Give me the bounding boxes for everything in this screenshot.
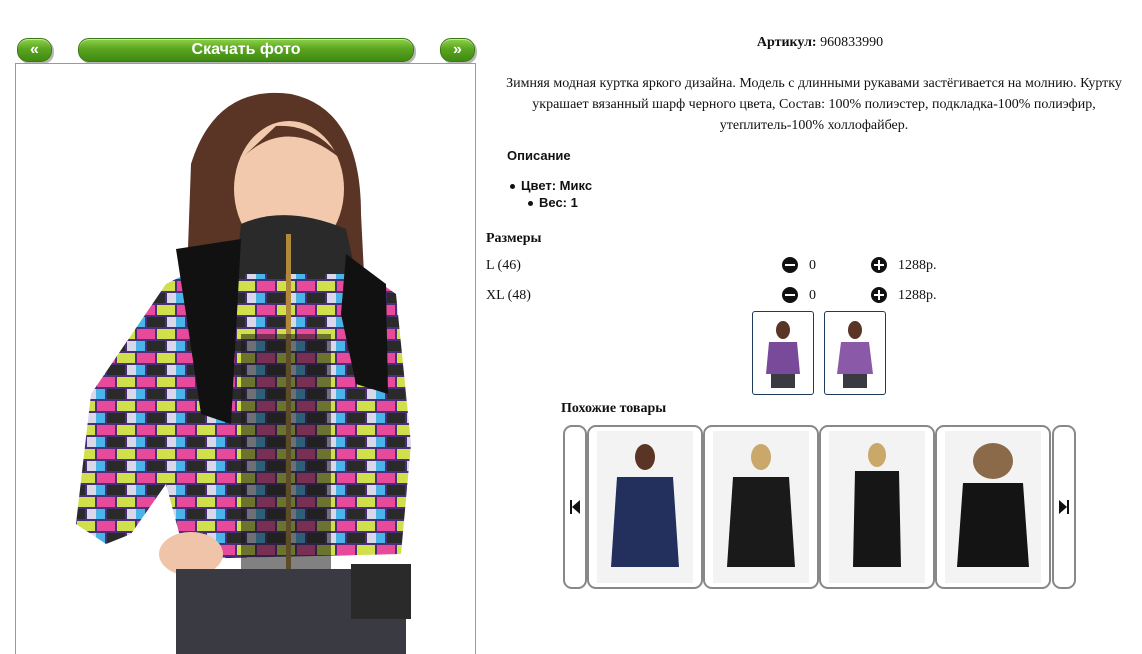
thumbnail-front-image xyxy=(766,321,800,388)
similar-item-1[interactable] xyxy=(587,425,703,589)
bullet-icon xyxy=(528,201,533,207)
plus-circle-icon[interactable] xyxy=(871,287,887,303)
similar-jacket-fur-image xyxy=(945,431,1041,583)
thumbnail-back[interactable] xyxy=(824,311,886,395)
sizes-title: Размеры xyxy=(486,231,542,246)
similar-coat-black-image xyxy=(829,431,925,583)
next-photo-button[interactable]: » xyxy=(440,38,475,62)
similar-item-4[interactable] xyxy=(935,425,1051,589)
color-spec: Цвет: Микс xyxy=(521,178,593,193)
jacket-model-image xyxy=(16,64,475,654)
size-price: 1288р. xyxy=(898,258,937,273)
plus-circle-icon[interactable] xyxy=(871,257,887,273)
similar-item-3[interactable] xyxy=(819,425,935,589)
main-product-photo[interactable] xyxy=(15,63,476,654)
article-label: Артикул: xyxy=(756,35,817,50)
article-value: 960833990 xyxy=(820,35,884,50)
similar-jacket-black-image xyxy=(713,431,809,583)
spec-color-item: Цвет: Микс xyxy=(510,178,592,193)
skip-back-icon xyxy=(570,500,580,514)
size-label: L (46) xyxy=(486,258,521,273)
product-description: Зимняя модная куртка яркого дизайна. Мод… xyxy=(506,76,1122,133)
thumbnail-back-image xyxy=(837,321,873,388)
similar-prev-button[interactable] xyxy=(563,425,587,589)
bullet-icon xyxy=(510,184,515,190)
spec-weight-item: Вес: 1 xyxy=(528,195,578,210)
similar-jacket-navy-image xyxy=(597,431,693,583)
thumbnail-front[interactable] xyxy=(752,311,814,395)
size-price: 1288р. xyxy=(898,288,937,303)
minus-circle-icon[interactable] xyxy=(782,257,798,273)
weight-spec: Вес: 1 xyxy=(539,195,578,210)
prev-photo-button[interactable]: « xyxy=(17,38,52,62)
download-photo-button[interactable]: Скачать фото xyxy=(78,38,414,62)
similar-item-2[interactable] xyxy=(703,425,819,589)
size-qty: 0 xyxy=(809,258,816,273)
skip-forward-icon xyxy=(1059,500,1069,514)
similar-next-button[interactable] xyxy=(1052,425,1076,589)
similar-title: Похожие товары xyxy=(561,401,667,416)
size-label: XL (48) xyxy=(486,288,531,303)
size-qty: 0 xyxy=(809,288,816,303)
article-number: Артикул: 960833990 xyxy=(560,35,1080,51)
spec-title: Описание xyxy=(507,148,571,163)
minus-circle-icon[interactable] xyxy=(782,287,798,303)
